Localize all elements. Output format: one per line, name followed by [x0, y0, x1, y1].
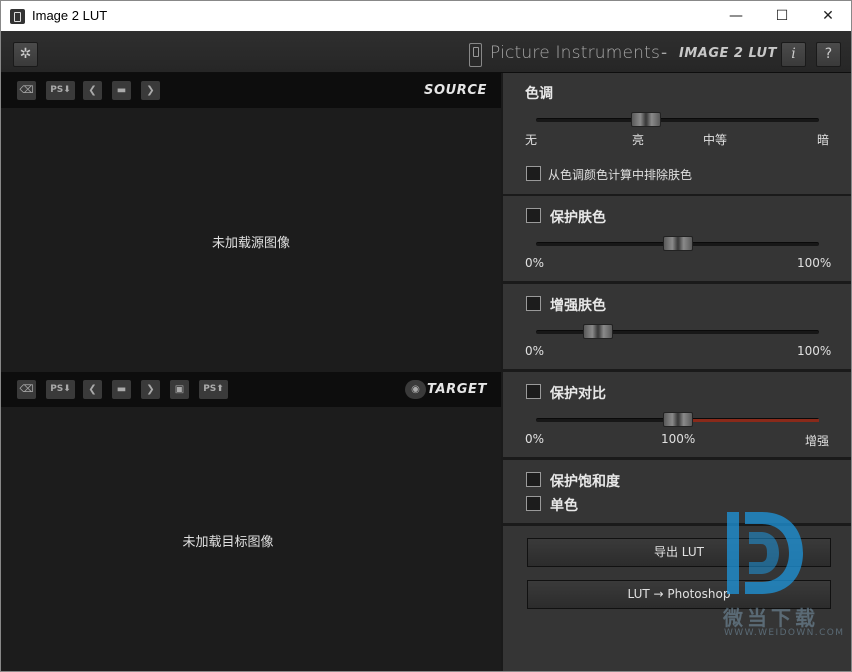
target-ps-import-button[interactable]: PS⬇ — [46, 380, 75, 399]
protect-skin-title: 保护肤色 — [550, 210, 606, 226]
tone-title: 色调 — [525, 86, 553, 102]
target-ps-export-button[interactable]: PS⬆ — [199, 380, 228, 399]
target-save-button[interactable]: ▣ — [170, 380, 189, 399]
folder-icon: ▬ — [116, 85, 127, 96]
window-title: Image 2 LUT — [32, 8, 108, 23]
save-icon: ▣ — [174, 384, 185, 395]
title-bar: Image 2 LUT — ☐ ✕ — [1, 1, 851, 31]
source-open-button[interactable]: ▬ — [112, 81, 131, 100]
target-open-button[interactable]: ▬ — [112, 380, 131, 399]
protect-skin-slider-thumb[interactable] — [662, 236, 693, 251]
tone-slider-thumb[interactable] — [631, 112, 662, 127]
tone-scale-dark: 暗 — [817, 133, 830, 147]
contrast-boost-fill — [677, 419, 819, 422]
target-next-button[interactable]: ❯ — [141, 380, 160, 399]
protect-skin-max-label: 100% — [797, 256, 832, 270]
target-image-area[interactable]: 未加载目标图像 — [1, 407, 501, 671]
protect-contrast-min-label: 0% — [525, 432, 545, 446]
source-label: SOURCE — [423, 83, 487, 98]
help-button[interactable]: ? — [816, 42, 841, 67]
protect-contrast-title: 保护对比 — [550, 386, 606, 402]
source-ps-import-button[interactable]: PS⬇ — [46, 81, 75, 100]
protect-contrast-mid-label: 100% — [661, 432, 696, 446]
protect-contrast-slider[interactable] — [536, 412, 819, 427]
target-empty-message: 未加载目标图像 — [182, 535, 274, 550]
app-header: ✲ Picture Instruments - IMAGE 2 LUT i ? — [1, 31, 851, 73]
protect-contrast-checkbox[interactable] — [526, 384, 541, 399]
protect-skin-min-label: 0% — [525, 256, 545, 270]
protect-saturation-title: 保护饱和度 — [550, 474, 620, 490]
product-name: IMAGE 2 LUT — [679, 46, 777, 61]
target-preview-toggle[interactable]: ◉ — [405, 380, 426, 399]
close-button[interactable]: ✕ — [805, 1, 851, 31]
target-prev-button[interactable]: ❮ — [83, 380, 102, 399]
watermark-text: 微当下载 — [723, 606, 819, 630]
eraser-icon: ⌫ — [19, 85, 34, 96]
app-window: Image 2 LUT — ☐ ✕ ✲ Picture Instruments … — [0, 0, 852, 672]
minimize-button[interactable]: — — [713, 1, 759, 31]
enhance-skin-slider[interactable] — [536, 324, 819, 339]
target-label: TARGET — [427, 382, 487, 397]
exclude-skin-checkbox[interactable] — [526, 166, 541, 181]
source-empty-message: 未加载源图像 — [211, 236, 290, 251]
exclude-skin-label: 从色调颜色计算中排除肤色 — [548, 168, 693, 182]
source-prev-button[interactable]: ❮ — [83, 81, 102, 100]
protect-skin-checkbox[interactable] — [526, 208, 541, 223]
source-next-button[interactable]: ❯ — [141, 81, 160, 100]
settings-button[interactable]: ✲ — [13, 42, 38, 67]
source-image-area[interactable]: 未加载源图像 — [1, 108, 501, 372]
protect-skin-section: 保护肤色 0% 100% — [503, 196, 851, 281]
monochrome-checkbox[interactable] — [526, 496, 541, 511]
eraser-icon: ⌫ — [19, 384, 34, 395]
enhance-skin-slider-thumb[interactable] — [583, 324, 614, 339]
tone-scale-medium: 中等 — [703, 133, 728, 147]
watermark: 微当下载 WWW.WEIDOWN.COM — [713, 506, 843, 646]
tone-scale-light: 亮 — [632, 133, 645, 147]
protect-contrast-slider-thumb[interactable] — [662, 412, 693, 427]
brand-separator: - — [661, 43, 668, 63]
eye-icon: ◉ — [411, 384, 420, 395]
watermark-url: WWW.WEIDOWN.COM — [724, 628, 845, 638]
folder-icon: ▬ — [116, 384, 127, 395]
app-icon — [10, 9, 25, 24]
protect-skin-slider[interactable] — [536, 236, 819, 251]
enhance-skin-title: 增强肤色 — [550, 298, 606, 314]
enhance-skin-max-label: 100% — [797, 344, 832, 358]
info-button[interactable]: i — [781, 42, 806, 67]
maximize-button[interactable]: ☐ — [759, 1, 805, 31]
monochrome-title: 单色 — [550, 498, 578, 514]
tone-slider[interactable] — [536, 112, 819, 127]
enhance-skin-section: 增强肤色 0% 100% — [503, 284, 851, 369]
tone-section: 色调 无 亮 中等 暗 从色调颜色计算中排除肤色 — [503, 73, 851, 194]
brand-name: Picture Instruments — [490, 43, 661, 63]
source-toolbar: ⌫ PS⬇ ❮ ▬ ❯ SOURCE — [1, 73, 501, 108]
source-clear-button[interactable]: ⌫ — [17, 81, 36, 100]
enhance-skin-checkbox[interactable] — [526, 296, 541, 311]
watermark-logo-icon — [727, 512, 803, 594]
brand-logo-icon — [469, 43, 482, 67]
protect-saturation-checkbox[interactable] — [526, 472, 541, 487]
protect-contrast-section: 保护对比 0% 100% 增强 — [503, 372, 851, 457]
protect-contrast-max-label: 增强 — [805, 434, 830, 448]
target-clear-button[interactable]: ⌫ — [17, 380, 36, 399]
enhance-skin-min-label: 0% — [525, 344, 545, 358]
tone-scale-none: 无 — [525, 133, 538, 147]
gear-icon: ✲ — [19, 46, 32, 62]
target-toolbar: ⌫ PS⬇ ❮ ▬ ❯ ▣ PS⬆ ◉ TARGET — [1, 372, 501, 407]
